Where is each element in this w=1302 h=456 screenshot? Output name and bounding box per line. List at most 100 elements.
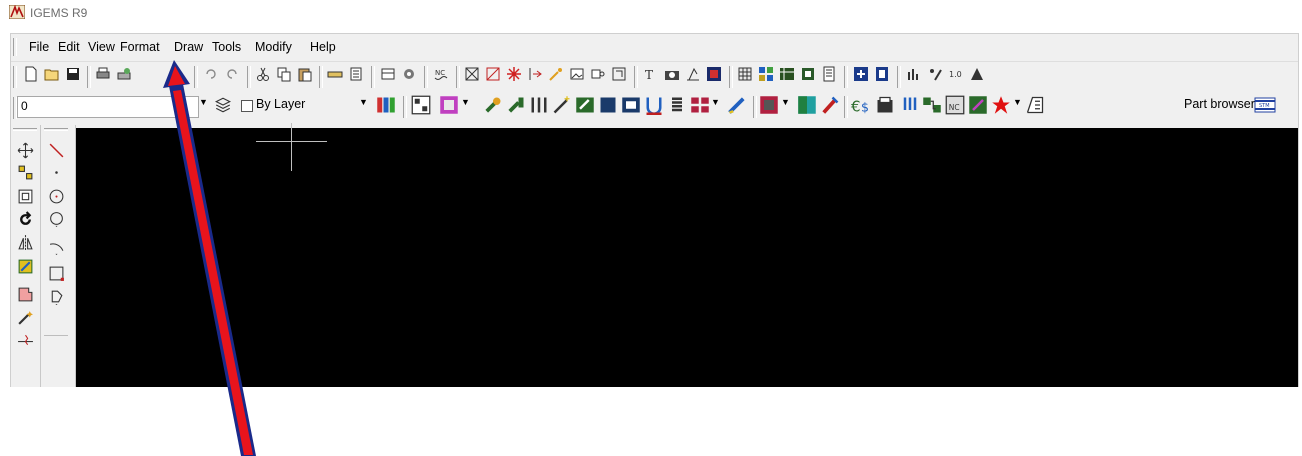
add-icon[interactable] <box>851 64 871 84</box>
break-icon[interactable] <box>14 329 36 351</box>
layout-icon[interactable] <box>378 64 398 84</box>
nc-output-icon[interactable]: NC <box>945 95 965 115</box>
layer-dropdown-icon[interactable]: ▼ <box>199 97 208 107</box>
grid-icon[interactable] <box>735 64 755 84</box>
menu-edit[interactable]: Edit <box>58 40 80 54</box>
fill-dropdown-icon[interactable]: ▼ <box>461 97 470 107</box>
properties-icon[interactable] <box>346 64 366 84</box>
u-shape-icon[interactable] <box>644 95 664 115</box>
part-browser-button[interactable]: Part browser <box>1184 97 1255 111</box>
palette-grip[interactable] <box>44 128 68 131</box>
rectangle-icon[interactable] <box>45 262 67 284</box>
new-icon[interactable] <box>21 64 41 84</box>
stm-icon[interactable]: STM <box>1254 96 1276 114</box>
camera-icon[interactable] <box>662 64 682 84</box>
copy-icon[interactable] <box>274 64 294 84</box>
array-icon[interactable] <box>690 95 710 115</box>
frame-icon[interactable] <box>609 64 629 84</box>
offset-tool-icon[interactable] <box>14 283 36 305</box>
menu-view[interactable]: View <box>88 40 115 54</box>
cost-icon[interactable]: € $ <box>851 95 871 115</box>
cut-icon[interactable] <box>253 64 273 84</box>
pattern-icon[interactable] <box>411 95 431 115</box>
favorite-star-icon[interactable] <box>991 95 1011 115</box>
rotate-icon[interactable] <box>14 208 36 230</box>
cut-order-icon[interactable] <box>925 64 945 84</box>
edit-part-icon[interactable] <box>575 95 595 115</box>
array-dropdown-icon[interactable]: ▼ <box>711 97 720 107</box>
drawing-canvas[interactable] <box>76 123 1298 387</box>
arc-icon[interactable] <box>45 236 67 258</box>
copy-move-icon[interactable] <box>14 161 36 183</box>
palette-grip[interactable] <box>13 128 37 131</box>
sequence-icon[interactable]: 1.0 <box>946 64 966 84</box>
printer-icon[interactable] <box>875 95 895 115</box>
gradient-icon[interactable] <box>797 95 817 115</box>
move-icon[interactable] <box>14 139 36 161</box>
toolbar-grip[interactable] <box>13 66 17 88</box>
linetype-dropdown-icon[interactable]: ▼ <box>359 97 368 107</box>
text-icon[interactable]: T <box>641 64 661 84</box>
part-icon[interactable] <box>798 64 818 84</box>
print-icon[interactable] <box>93 64 113 84</box>
insert-icon[interactable] <box>621 95 641 115</box>
explode-icon[interactable] <box>504 64 524 84</box>
layer-select[interactable]: 0 <box>17 96 199 118</box>
polygon-icon[interactable] <box>45 285 67 307</box>
redo-icon[interactable] <box>222 64 242 84</box>
plot-icon[interactable] <box>114 64 134 84</box>
bylayer-checkbox[interactable] <box>241 100 253 112</box>
point-icon[interactable] <box>45 161 67 183</box>
color-icon[interactable] <box>376 95 396 115</box>
undo-icon[interactable] <box>201 64 221 84</box>
picture-icon[interactable] <box>704 64 724 84</box>
page-icon[interactable] <box>872 64 892 84</box>
toolpath-icon[interactable] <box>529 95 549 115</box>
open-icon[interactable] <box>42 64 62 84</box>
nest-icon[interactable] <box>756 64 776 84</box>
fillet-icon[interactable] <box>14 255 36 277</box>
offset-icon[interactable] <box>525 64 545 84</box>
circle-icon[interactable] <box>45 208 67 230</box>
menu-help[interactable]: Help <box>310 40 336 54</box>
mirror-icon[interactable] <box>14 231 36 253</box>
paste-icon[interactable] <box>295 64 315 84</box>
nc-icon[interactable]: NC <box>431 64 451 84</box>
menu-file[interactable]: File <box>29 40 49 54</box>
edit-nc-icon[interactable] <box>968 95 988 115</box>
menu-format[interactable]: Format <box>120 40 160 54</box>
stats-icon[interactable] <box>904 64 924 84</box>
layers-icon[interactable] <box>214 96 232 114</box>
measure-icon[interactable] <box>325 64 345 84</box>
part-browser-icon[interactable] <box>1025 95 1045 115</box>
dimension-icon[interactable] <box>683 64 703 84</box>
report-icon[interactable] <box>819 64 839 84</box>
linetype-select[interactable]: By Layer <box>256 97 305 111</box>
laser-icon[interactable] <box>14 306 36 328</box>
view-icon[interactable] <box>588 64 608 84</box>
fill-color-icon[interactable] <box>439 95 459 115</box>
tool-paint-icon[interactable] <box>506 95 526 115</box>
trim-icon[interactable] <box>462 64 482 84</box>
material-icon[interactable] <box>759 95 779 115</box>
waterjet-icon[interactable] <box>900 95 920 115</box>
extend-icon[interactable] <box>483 64 503 84</box>
magic-wand-icon[interactable] <box>552 95 572 115</box>
layout-parts-icon[interactable] <box>922 95 942 115</box>
favorite-dropdown-icon[interactable]: ▼ <box>1013 97 1022 107</box>
brush-icon[interactable] <box>820 95 840 115</box>
material-dropdown-icon[interactable]: ▼ <box>781 97 790 107</box>
save-icon[interactable] <box>63 64 83 84</box>
menu-tools[interactable]: Tools <box>212 40 241 54</box>
end-icon[interactable] <box>967 64 987 84</box>
image-icon[interactable] <box>567 64 587 84</box>
block-icon[interactable] <box>598 95 618 115</box>
table-icon[interactable] <box>777 64 797 84</box>
scale-icon[interactable] <box>14 185 36 207</box>
circle-center-icon[interactable] <box>45 185 67 207</box>
wrench-icon[interactable] <box>483 95 503 115</box>
trace-icon[interactable] <box>546 64 566 84</box>
stack-icon[interactable] <box>667 95 687 115</box>
settings-icon[interactable] <box>399 64 419 84</box>
pencil-icon[interactable] <box>727 95 747 115</box>
